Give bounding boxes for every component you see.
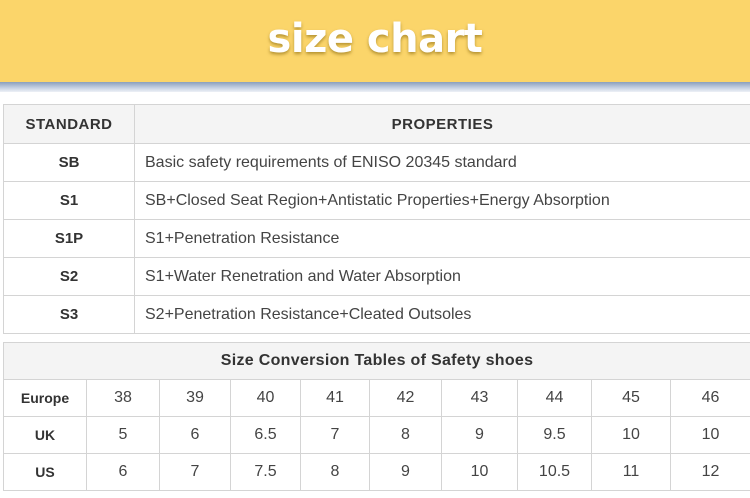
standard-properties: Basic safety requirements of ENISO 20345… [134,143,750,182]
size-cell: 9.5 [517,416,592,454]
table-row: S3 S2+Penetration Resistance+Cleated Out… [3,295,750,334]
size-cell: 10 [441,453,518,491]
header-properties: PROPERTIES [134,104,750,144]
table-row: SB Basic safety requirements of ENISO 20… [3,143,750,182]
standard-properties: S1+Water Renetration and Water Absorptio… [134,257,750,296]
size-cell: 9 [441,416,518,454]
size-table-caption: Size Conversion Tables of Safety shoes [2,342,750,380]
standard-code: S1P [3,219,135,258]
size-row-label: US [3,453,87,491]
size-cell: 41 [300,379,370,417]
standard-code: S1 [3,181,135,220]
banner-divider [0,82,750,92]
size-row-label: Europe [3,379,87,417]
standard-code: S3 [3,295,135,334]
standard-code: S2 [3,257,135,296]
size-cell: 5 [86,416,160,454]
size-cell: 6 [86,453,160,491]
size-cell: 8 [369,416,442,454]
size-cell: 6 [159,416,231,454]
standard-properties: S1+Penetration Resistance [134,219,750,258]
size-cell: 12 [669,453,750,491]
standards-properties-table: STANDARD PROPERTIES SB Basic safety requ… [3,104,750,334]
size-cell: 10 [591,416,671,454]
size-row-label: UK [3,416,87,454]
size-cell: 46 [669,379,750,417]
size-cell: 6.5 [230,416,301,454]
size-cell: 10.5 [517,453,592,491]
size-cell: 42 [369,379,442,417]
size-cell: 43 [441,379,518,417]
banner-title: size chart [267,16,483,62]
header-standard: STANDARD [3,104,135,144]
size-row-europe: Europe 38 39 40 41 42 43 44 45 46 [3,379,750,417]
table-row: S2 S1+Water Renetration and Water Absorp… [3,257,750,296]
caption-row: Size Conversion Tables of Safety shoes [2,342,750,380]
size-chart-banner: size chart [0,0,750,82]
size-cell: 39 [159,379,231,417]
size-cell: 7.5 [230,453,301,491]
size-cell: 10 [669,416,750,454]
size-cell: 45 [591,379,671,417]
size-conversion-table: Size Conversion Tables of Safety shoes E… [2,342,750,491]
size-row-uk: UK 5 6 6.5 7 8 9 9.5 10 10 [3,416,750,454]
size-cell: 7 [300,416,370,454]
table-row: S1P S1+Penetration Resistance [3,219,750,258]
size-cell: 44 [517,379,592,417]
size-cell: 7 [159,453,231,491]
size-cell: 9 [369,453,442,491]
standard-properties: SB+Closed Seat Region+Antistatic Propert… [134,181,750,220]
table-header-row: STANDARD PROPERTIES [3,104,750,144]
size-cell: 8 [300,453,370,491]
size-cell: 38 [86,379,160,417]
size-row-us: US 6 7 7.5 8 9 10 10.5 11 12 [3,453,750,491]
standard-code: SB [3,143,135,182]
size-cell: 11 [591,453,671,491]
standard-properties: S2+Penetration Resistance+Cleated Outsol… [134,295,750,334]
size-cell: 40 [230,379,301,417]
table-row: S1 SB+Closed Seat Region+Antistatic Prop… [3,181,750,220]
